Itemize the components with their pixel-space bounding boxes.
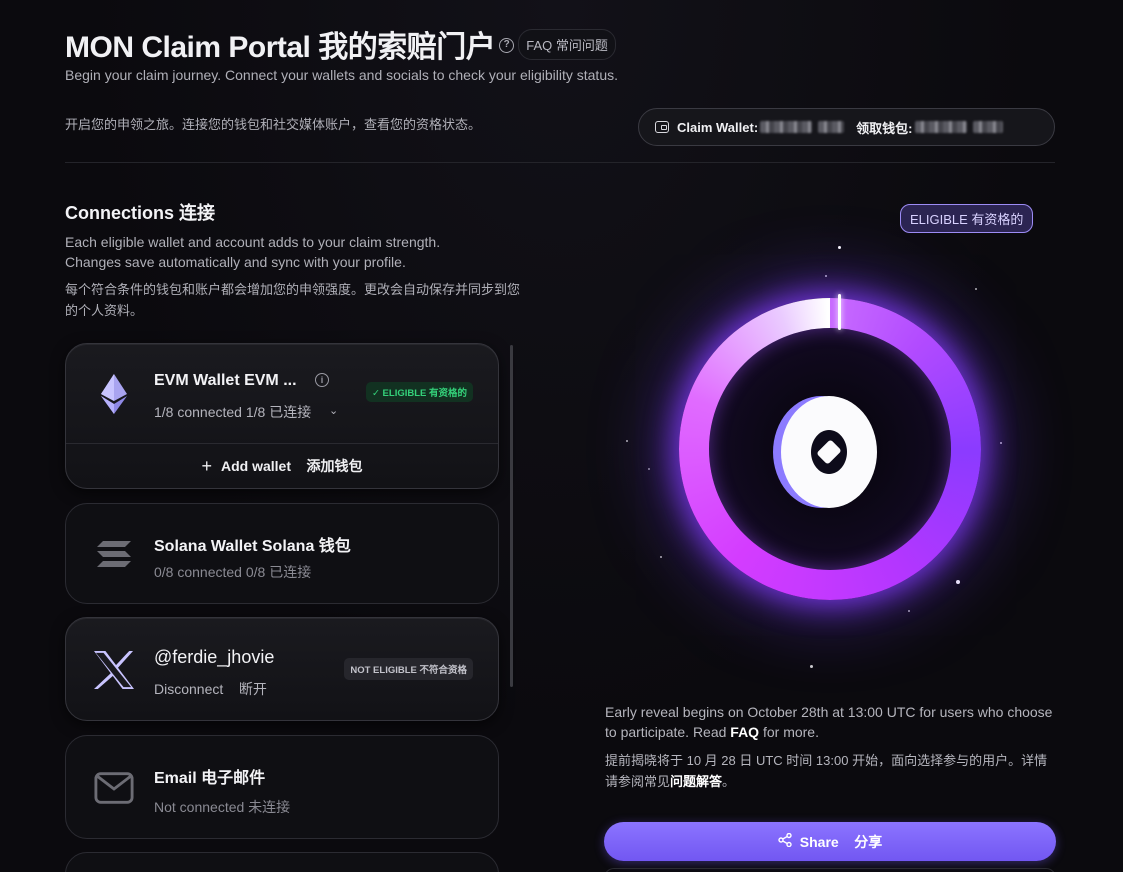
- claim-wallet-pill[interactable]: Claim Wallet: 领取钱包:: [638, 108, 1055, 146]
- share-icon: [778, 832, 792, 850]
- early-reveal-text-pre: Early reveal begins on October 28th at 1…: [605, 704, 1053, 740]
- solana-icon: [94, 534, 134, 574]
- faq-button[interactable]: FAQ 常问问题: [518, 28, 616, 60]
- star: [648, 468, 650, 470]
- status-badge-eligible: ✓ ELIGIBLE 有资格的: [365, 382, 473, 402]
- claim-wallet-address-redacted: [914, 121, 967, 133]
- early-reveal-text-cn: 提前揭晓将于 10 月 28 日 UTC 时间 13:00 开始，面向选择参与的…: [605, 750, 1055, 792]
- star: [626, 440, 628, 442]
- monad-logo-icon: [781, 396, 877, 508]
- share-label: Share 分享: [799, 833, 883, 850]
- page-subtitle: Begin your claim journey. Connect your w…: [65, 67, 618, 83]
- star: [660, 556, 662, 558]
- x-account-handle: @ferdie_jhovie: [154, 647, 275, 667]
- star: [810, 665, 813, 668]
- early-reveal-text-post: for more.: [759, 724, 819, 740]
- claim-wallet-label: Claim Wallet:: [677, 119, 759, 135]
- star: [908, 610, 910, 612]
- connections-description-cn: 每个符合条件的钱包和账户都会增加您的申领强度。更改会自动保存并同步到您的个人资料…: [65, 282, 521, 318]
- connections-description: Each eligible wallet and account adds to…: [65, 234, 441, 270]
- claim-portal-page: MON Claim Portal 我的索赔门户 ? FAQ 常问问题 Begin…: [0, 0, 1123, 872]
- x-account-card: @ferdie_jhovie Disconnect 断开 NOT ELIGIBL…: [65, 617, 499, 721]
- wallet-icon: [655, 121, 669, 133]
- claim-wallet-address-redacted: [760, 121, 813, 133]
- solana-wallet-card[interactable]: Solana Wallet Solana 钱包 0/8 connected 0/…: [65, 503, 499, 604]
- mail-icon: [94, 768, 134, 808]
- faq-link-cn[interactable]: 问题解答: [670, 774, 722, 789]
- help-icon[interactable]: ?: [499, 37, 515, 53]
- early-reveal-text-cn-post: 。: [722, 774, 736, 789]
- page-title: MON Claim Portal 我的索赔门户: [65, 31, 496, 64]
- add-wallet-label: Add wallet 添加钱包: [220, 458, 363, 474]
- title-row: MON Claim Portal 我的索赔门户 ? FAQ 常问问题: [65, 22, 616, 66]
- evm-wallet-status[interactable]: 1/8 connected 1/8 已连接: [154, 402, 311, 422]
- eligibility-badge: ELIGIBLE 有资格的: [900, 204, 1034, 233]
- disconnect-button[interactable]: Disconnect 断开: [154, 679, 267, 699]
- page-subtitle-cn: 开启您的申领之旅。连接您的钱包和社交媒体账户，查看您的资格状态。: [65, 117, 482, 132]
- faq-link[interactable]: FAQ: [730, 724, 759, 740]
- ring-progress-marker: [838, 294, 841, 330]
- secondary-button[interactable]: [604, 868, 1056, 872]
- x-logo-icon: [94, 650, 134, 690]
- claim-wallet-address-redacted: [818, 121, 845, 133]
- star: [975, 288, 977, 290]
- info-icon[interactable]: i: [315, 373, 329, 387]
- email-status: Not connected 未连接: [154, 799, 291, 815]
- star: [956, 580, 960, 584]
- header-divider: [65, 162, 1055, 163]
- chevron-down-icon[interactable]: ⌄: [329, 404, 338, 417]
- status-badge-not-eligible: NOT ELIGIBLE 不符合资格: [344, 658, 473, 680]
- star: [1000, 442, 1002, 444]
- add-wallet-button[interactable]: + Add wallet 添加钱包: [66, 443, 498, 488]
- star: [825, 275, 827, 277]
- claim-wallet-address-redacted: [972, 121, 1003, 133]
- next-connection-card[interactable]: [65, 852, 499, 872]
- evm-wallet-name: EVM Wallet EVM ...: [154, 372, 297, 389]
- connections-title: Connections 连接: [65, 203, 216, 223]
- email-card[interactable]: Email 电子邮件 Not connected 未连接: [65, 735, 499, 839]
- solana-wallet-status: 0/8 connected 0/8 已连接: [154, 564, 312, 580]
- plus-icon: +: [201, 455, 212, 476]
- solana-wallet-name: Solana Wallet Solana 钱包: [154, 538, 351, 555]
- evm-wallet-card: EVM Wallet EVM ... i 1/8 connected 1/8 已…: [65, 343, 499, 489]
- star: [838, 246, 841, 249]
- email-name: Email 电子邮件: [154, 770, 266, 787]
- ethereum-icon: [94, 374, 134, 414]
- early-reveal-text: Early reveal begins on October 28th at 1…: [605, 702, 1055, 742]
- connections-scrollbar[interactable]: [510, 345, 513, 687]
- share-button[interactable]: Share 分享: [604, 822, 1056, 861]
- claim-wallet-label-cn: 领取钱包:: [856, 120, 913, 136]
